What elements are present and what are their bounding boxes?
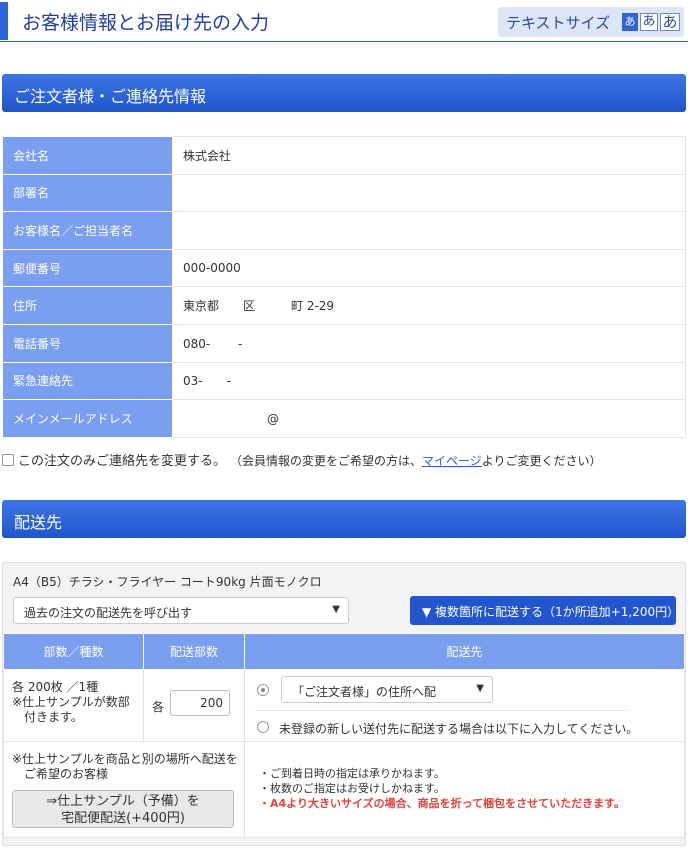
contact-row: お客様名／ご担当者名 [2, 211, 686, 250]
past-address-select-value: 過去の注文の配送先を呼び出す [24, 606, 193, 620]
contact-row-label: 緊急連絡先 [2, 361, 173, 401]
sample-text-line: ※仕上サンプルを商品と別の場所へ配送を [12, 752, 238, 766]
delivery-note: ・ご到着日時の指定は承りかねます。 [259, 767, 445, 780]
text-size-label: テキストサイズ [506, 14, 611, 32]
contact-row-value[interactable]: 東京都 区 町 2-29 [172, 286, 686, 325]
ship-qty-input[interactable]: 200 [170, 690, 230, 716]
contact-row-value[interactable]: 03- - [172, 361, 686, 401]
contact-row-label: 会社名 [2, 136, 173, 175]
contact-row: 住所 東京都 区 町 2-29 [2, 286, 686, 325]
destination-select[interactable]: 「ご注文者様」の住所へ配 ▼ [281, 676, 493, 703]
header-destination: 配送先 [244, 633, 685, 670]
qty-type-text: 各 200枚 ／1種 ※仕上サンプルが数部 付きます。 [12, 680, 130, 725]
contact-section-header: ご注文者様・ご連絡先情報 [2, 74, 686, 112]
destination-select-value: 「ご注文者様」の住所へ配 [292, 685, 437, 699]
text-size-medium-button[interactable]: あ [640, 13, 658, 31]
delivery-notes: ・ご到着日時の指定は承りかねます。 ・枚数のご指定はお受けしかねます。 ・A4よ… [259, 766, 625, 811]
text-size-small-button[interactable]: あ [622, 13, 638, 31]
destination-divider [255, 710, 628, 711]
qty-note-cont: 付きます。 [24, 710, 83, 724]
multi-destination-button[interactable]: ▼ 複数箇所に配送する（1か所追加+1,200円） [410, 596, 680, 625]
note-prefix: （会員情報の変更をご希望の方は、 [236, 454, 423, 468]
qty-line: 各 200枚 ／1種 [12, 680, 99, 694]
header-accent-bar [0, 2, 8, 40]
contact-row: 緊急連絡先 03- - [2, 361, 686, 401]
mypage-link[interactable]: マイページ [422, 454, 482, 468]
qty-prefix: 各 [152, 700, 165, 714]
sample-button-line: ⇒仕上サンプル（予備）を [46, 794, 200, 809]
delivery-note: ・枚数のご指定はお受けしかねます。 [259, 782, 445, 795]
text-size-control: テキストサイズ あ あ あ [498, 7, 684, 37]
sample-button-line: 宅配便配送(+400円) [61, 811, 185, 826]
contact-row-label: 住所 [2, 286, 173, 325]
change-contact-checkbox[interactable] [2, 454, 14, 466]
contact-info-table: 会社名 株式会社 部署名 お客様名／ご担当者名 郵便番号 000-0000 住所 東京都 区 … [2, 136, 686, 438]
contact-section-title: ご注文者様・ご連絡先情報 [14, 87, 207, 106]
change-contact-note: （会員情報の変更をご希望の方は、マイページよりご変更ください） [236, 454, 602, 468]
sample-text-line: ご希望のお客様 [24, 767, 109, 781]
change-contact-label[interactable]: この注文のみご連絡先を変更する。 [18, 454, 226, 469]
shipping-section-header: 配送先 [2, 500, 686, 538]
page-header: お客様情報とお届け先の入力 テキストサイズ あ あ あ [0, 0, 688, 42]
contact-row-value[interactable]: 080- - [172, 323, 686, 363]
contact-row: 部署名 [2, 173, 686, 213]
select-arrow-icon: ▼ [476, 683, 484, 694]
header-ship-qty: 配送部数 [143, 633, 245, 670]
past-address-select[interactable]: 過去の注文の配送先を呼び出す ▼ [13, 597, 349, 624]
registered-address-radio[interactable] [257, 684, 269, 696]
shipping-panel: A4（B5）チラシ・フライヤー コート90kg 片面モノクロ 過去の注文の配送先… [2, 562, 686, 846]
contact-row-label: 電話番号 [2, 323, 173, 363]
order-form-page: お客様情報とお届け先の入力 テキストサイズ あ あ あ ご注文者様・ご連絡先情報… [0, 0, 688, 848]
shipping-section-title: 配送先 [14, 513, 63, 532]
contact-row-label: 部署名 [2, 173, 173, 213]
contact-row-value[interactable]: 株式会社 [172, 136, 686, 175]
delivery-notes-cell: ・ご到着日時の指定は承りかねます。 ・枚数のご指定はお受けしかねます。 ・A4よ… [244, 741, 685, 838]
qty-type-cell: 各 200枚 ／1種 ※仕上サンプルが数部 付きます。 [3, 669, 144, 742]
contact-row-value[interactable] [172, 211, 686, 250]
qty-note: ※仕上サンプルが数部 [12, 695, 130, 709]
contact-row-label: 郵便番号 [2, 248, 173, 288]
change-contact-row: この注文のみご連絡先を変更する。 （会員情報の変更をご希望の方は、マイページよりご… [2, 450, 602, 469]
new-address-radio[interactable] [257, 721, 269, 733]
multi-destination-label: ▼ 複数箇所に配送する（1か所追加+1,200円） [422, 605, 680, 619]
ship-qty-cell: 各 200 [143, 669, 245, 742]
select-arrow-icon: ▼ [332, 604, 340, 615]
contact-row: 郵便番号 000-0000 [2, 248, 686, 288]
note-suffix: よりご変更ください） [481, 454, 602, 468]
contact-row-label: お客様名／ご担当者名 [2, 211, 173, 250]
sample-shipping-cell: ※仕上サンプルを商品と別の場所へ配送を ご希望のお客様 ⇒仕上サンプル（予備）を… [3, 741, 245, 838]
sample-shipping-text: ※仕上サンプルを商品と別の場所へ配送を ご希望のお客様 [12, 752, 238, 782]
contact-row: メインメールアドレス @ [2, 399, 686, 438]
contact-row-value[interactable] [172, 173, 686, 213]
sample-delivery-button[interactable]: ⇒仕上サンプル（予備）を 宅配便配送(+400円) [12, 790, 234, 828]
contact-row-value[interactable]: 000-0000 [172, 248, 686, 288]
delivery-note-warning: ・A4より大きいサイズの場合、商品を折って梱包をさせていただきます。 [259, 797, 625, 810]
shipping-table: 部数／種数 配送部数 配送先 各 200枚 ／1種 ※仕上サンプルが数部 付きま… [3, 633, 685, 838]
contact-row-value[interactable]: @ [172, 399, 686, 438]
destination-cell: 「ご注文者様」の住所へ配 ▼ 未登録の新しい送付先に配送する場合は以下に入力して… [244, 669, 685, 742]
contact-row-label: メインメールアドレス [2, 399, 173, 438]
new-address-label: 未登録の新しい送付先に配送する場合は以下に入力してください。 [279, 722, 639, 736]
contact-row: 会社名 株式会社 [2, 136, 686, 175]
header-qty-type: 部数／種数 [3, 633, 144, 670]
product-description: A4（B5）チラシ・フライヤー コート90kg 片面モノクロ [13, 575, 322, 589]
contact-row: 電話番号 080- - [2, 323, 686, 363]
page-title: お客様情報とお届け先の入力 [22, 12, 270, 34]
text-size-large-button[interactable]: あ [660, 13, 680, 31]
